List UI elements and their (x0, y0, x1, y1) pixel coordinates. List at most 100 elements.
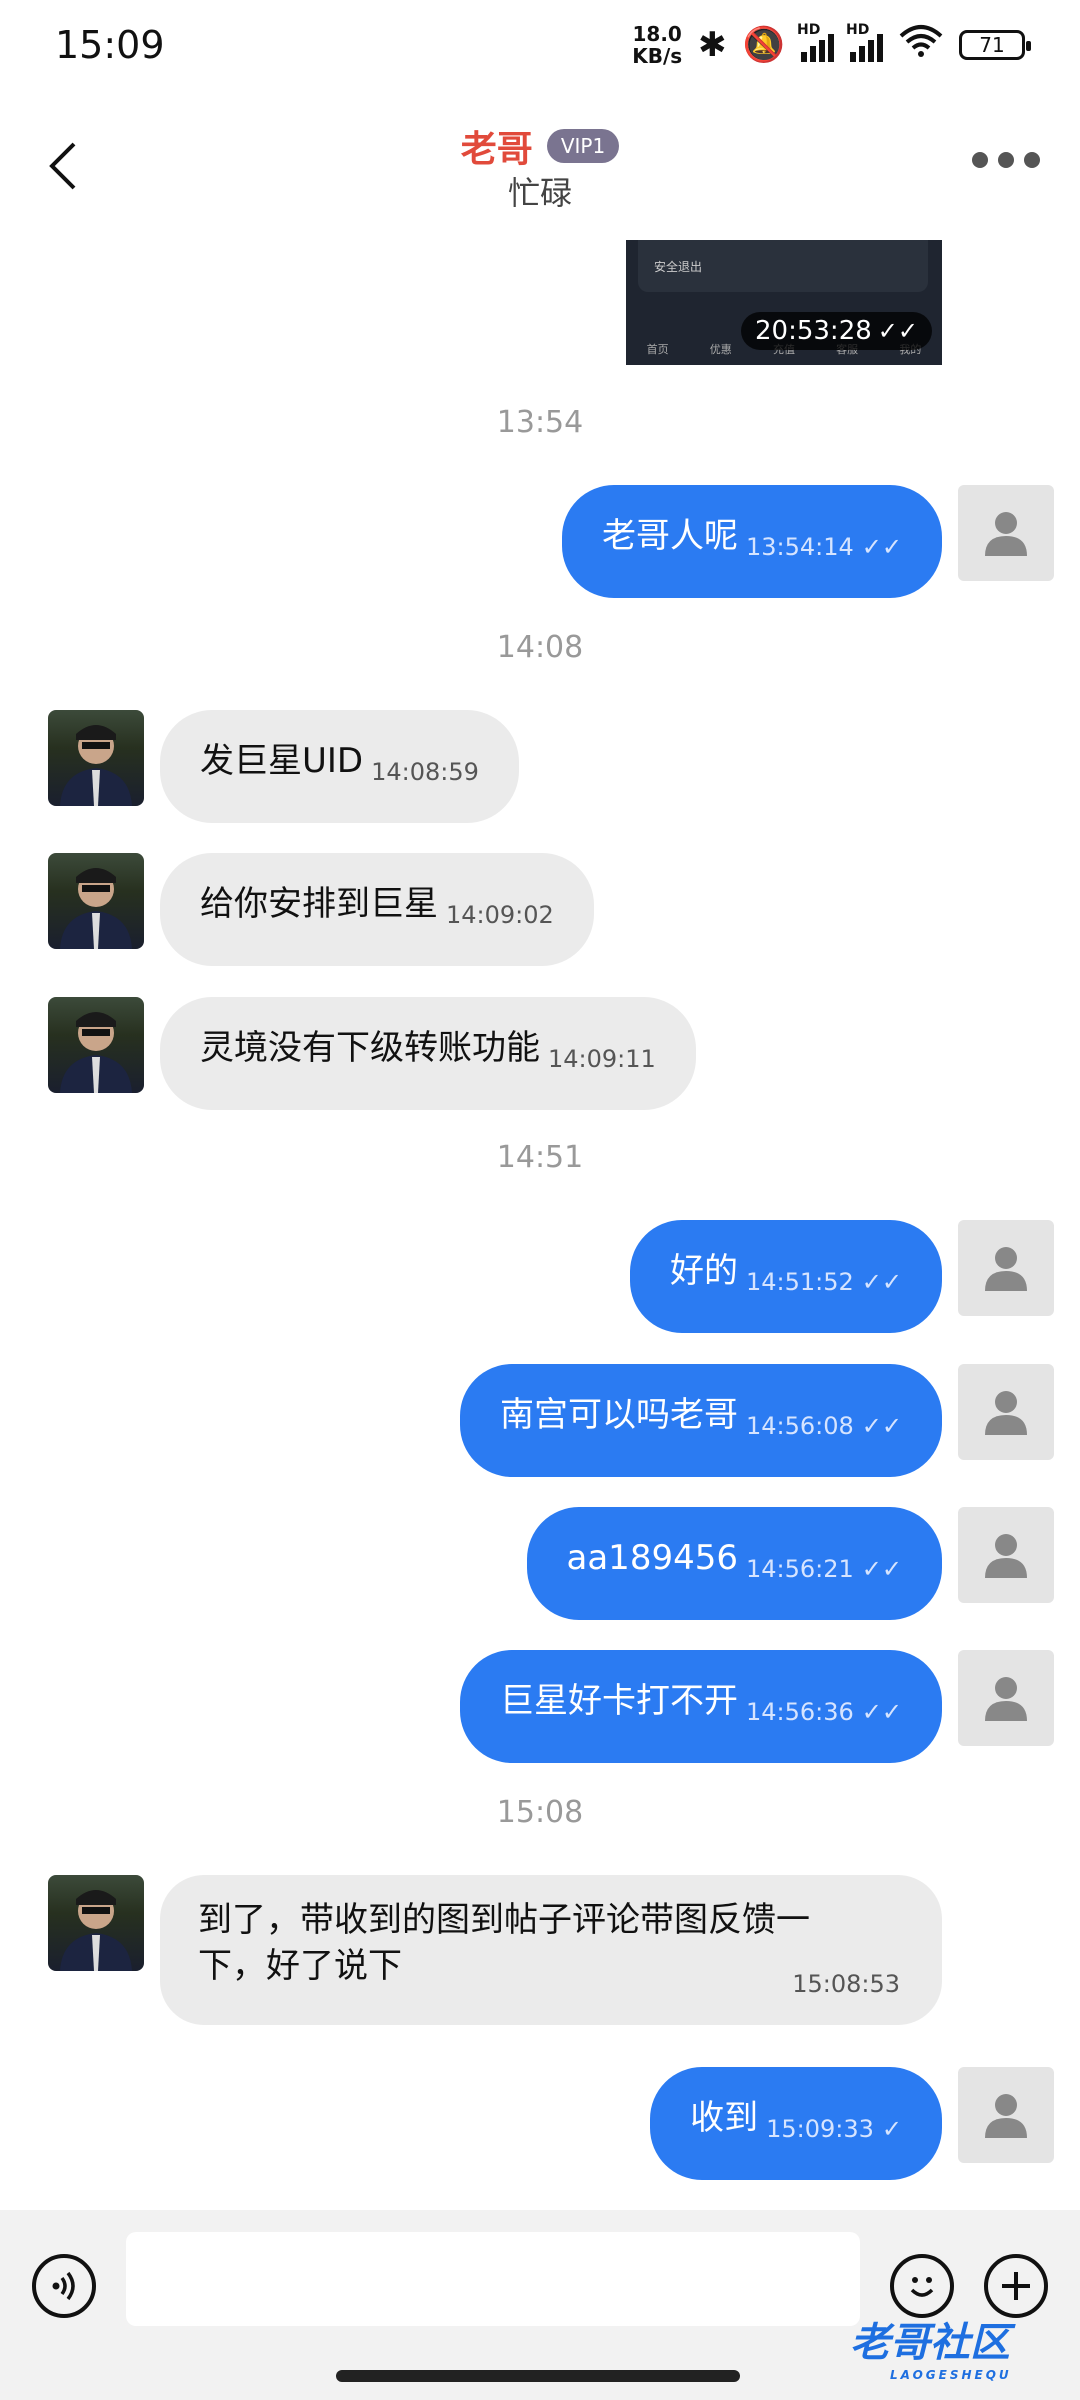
message-time: 14:56:36 (745, 1698, 854, 1726)
avatar[interactable] (48, 997, 144, 1093)
message-bubble-outgoing[interactable]: 收到 15:09:33 ✓ (650, 2067, 942, 2180)
double-check-icon: ✓✓ (861, 1268, 902, 1296)
message-time: 14:09:02 (446, 901, 554, 929)
avatar[interactable] (958, 485, 1054, 581)
network-speed: 18.0 KB/s (632, 23, 682, 67)
contact-avatar-icon (60, 868, 132, 949)
message-text: 收到 (690, 2098, 759, 2138)
image-logout-text: 安全退出 (654, 260, 703, 274)
vip-badge: VIP1 (546, 129, 620, 163)
network-speed-value: 18.0 (632, 22, 682, 46)
message-text: 发巨星UID (200, 741, 364, 781)
message-row: 好的 14:51:52 ✓✓ (0, 1220, 1080, 1333)
contact-avatar-icon (60, 1012, 132, 1093)
user-icon (985, 2094, 1027, 2138)
plus-icon (1002, 2272, 1030, 2300)
dot-icon (1024, 152, 1040, 168)
message-input[interactable] (126, 2232, 860, 2326)
message-bubble-outgoing[interactable]: aa189456 14:56:21 ✓✓ (526, 1507, 942, 1620)
image-timestamp-text: 20:53:28 (755, 316, 872, 346)
message-time: 13:54:14 (745, 533, 854, 561)
contact-avatar-icon (60, 1890, 132, 1971)
message-bubble-incoming[interactable]: 发巨星UID 14:08:59 (160, 710, 519, 823)
network-speed-unit: KB/s (632, 44, 683, 68)
image-message[interactable]: 安全退出 首页 优惠 充值 客服 我的 20:53:28✓✓ (626, 240, 942, 365)
message-row: 发巨星UID 14:08:59 (0, 710, 1080, 823)
double-check-icon: ✓✓ (861, 1555, 902, 1583)
message-row: 南宫可以吗老哥 14:56:08 ✓✓ (0, 1364, 1080, 1477)
message-bubble-incoming[interactable]: 到了，带收到的图到帖子评论带图反馈一 下，好了说下 15:08:53 (160, 1875, 942, 2025)
double-check-icon: ✓✓ (861, 1698, 902, 1726)
watermark-logo: 老哥社区 LAOGESHEQU (850, 2310, 1012, 2382)
message-row: 老哥人呢 13:54:14 ✓✓ (0, 485, 1080, 598)
message-bubble-outgoing[interactable]: 巨星好卡打不开 14:56:36 ✓✓ (459, 1650, 942, 1763)
bluetooth-icon: ✱ (698, 25, 727, 65)
chat-header: 老哥 VIP1 忙碌 (0, 90, 1080, 240)
message-bubble-incoming[interactable]: 灵境没有下级转账功能 14:09:11 (160, 997, 696, 1110)
status-icons: 18.0 KB/s ✱ 🔕 HD HD 71 (632, 22, 1031, 67)
message-row: 给你安排到巨星 14:09:02 (0, 853, 1080, 966)
status-bar: 15:09 18.0 KB/s ✱ 🔕 HD HD 71 (0, 0, 1080, 90)
time-separator: 14:51 (496, 1140, 584, 1175)
status-time: 15:09 (55, 23, 165, 67)
watermark-text: 老哥社区 (850, 2320, 1010, 2366)
mute-icon: 🔕 (742, 25, 785, 65)
message-time: 15:08:53 (792, 1970, 900, 1998)
home-indicator[interactable] (336, 2370, 740, 2382)
time-separator: 13:54 (496, 405, 584, 440)
smiley-icon (910, 2277, 934, 2297)
wifi-icon (899, 24, 943, 67)
emoji-button[interactable] (890, 2254, 954, 2318)
image-tab: 首页 (646, 343, 669, 356)
more-actions-button[interactable] (984, 2254, 1048, 2318)
battery-level: 71 (979, 33, 1005, 57)
image-tab: 优惠 (709, 343, 732, 356)
avatar[interactable] (48, 853, 144, 949)
dot-icon (972, 152, 988, 168)
time-separator: 15:08 (496, 1795, 584, 1830)
message-time: 14:56:08 (745, 1412, 854, 1440)
voice-button[interactable] (32, 2254, 96, 2318)
avatar[interactable] (958, 1507, 1054, 1603)
contact-name: 老哥 (460, 129, 533, 170)
avatar[interactable] (958, 1220, 1054, 1316)
message-bubble-outgoing[interactable]: 好的 14:51:52 ✓✓ (629, 1220, 942, 1333)
message-text: aa189456 (566, 1538, 738, 1578)
dot-icon (998, 152, 1014, 168)
avatar[interactable] (958, 1364, 1054, 1460)
user-icon (985, 512, 1027, 556)
message-text: 好的 (669, 1251, 738, 1291)
check-icon: ✓ (881, 2115, 902, 2143)
more-options-button[interactable] (972, 152, 1040, 168)
avatar[interactable] (958, 2067, 1054, 2163)
contact-avatar-icon (60, 725, 132, 806)
message-row: aa189456 14:56:21 ✓✓ (0, 1507, 1080, 1620)
message-text: 老哥人呢 (601, 516, 738, 556)
image-timestamp: 20:53:28 ✓✓ (741, 312, 932, 350)
voice-wave-icon (52, 2271, 75, 2301)
message-bubble-incoming[interactable]: 给你安排到巨星 14:09:02 (160, 853, 594, 966)
user-icon (985, 1247, 1027, 1291)
message-bubble-outgoing[interactable]: 南宫可以吗老哥 14:56:08 ✓✓ (459, 1364, 942, 1477)
message-text: 南宫可以吗老哥 (499, 1395, 738, 1435)
message-time: 14:56:21 (745, 1555, 854, 1583)
avatar[interactable] (958, 1650, 1054, 1746)
message-row: 收到 15:09:33 ✓ (0, 2067, 1080, 2180)
message-row: 巨星好卡打不开 14:56:36 ✓✓ (0, 1650, 1080, 1763)
message-text-line: 到了，带收到的图到帖子评论带图反馈一 (198, 1900, 810, 1940)
avatar[interactable] (48, 1875, 144, 1971)
cellular-signal-icon: HD (797, 22, 834, 62)
double-check-icon: ✓✓ (861, 533, 902, 561)
message-text: 巨星好卡打不开 (499, 1681, 738, 1721)
double-check-icon: ✓✓ (861, 1412, 902, 1440)
hd-label: HD (797, 22, 821, 38)
avatar[interactable] (48, 710, 144, 806)
hd-label-2: HD (846, 22, 870, 38)
battery-icon: 71 (959, 30, 1031, 60)
message-time: 14:08:59 (371, 758, 479, 786)
message-time: 15:09:33 (766, 2115, 874, 2143)
message-bubble-outgoing[interactable]: 老哥人呢 13:54:14 ✓✓ (561, 485, 942, 598)
user-icon (985, 1391, 1027, 1435)
time-separator: 14:08 (496, 630, 584, 665)
title-row: 老哥 VIP1 (0, 120, 1080, 172)
